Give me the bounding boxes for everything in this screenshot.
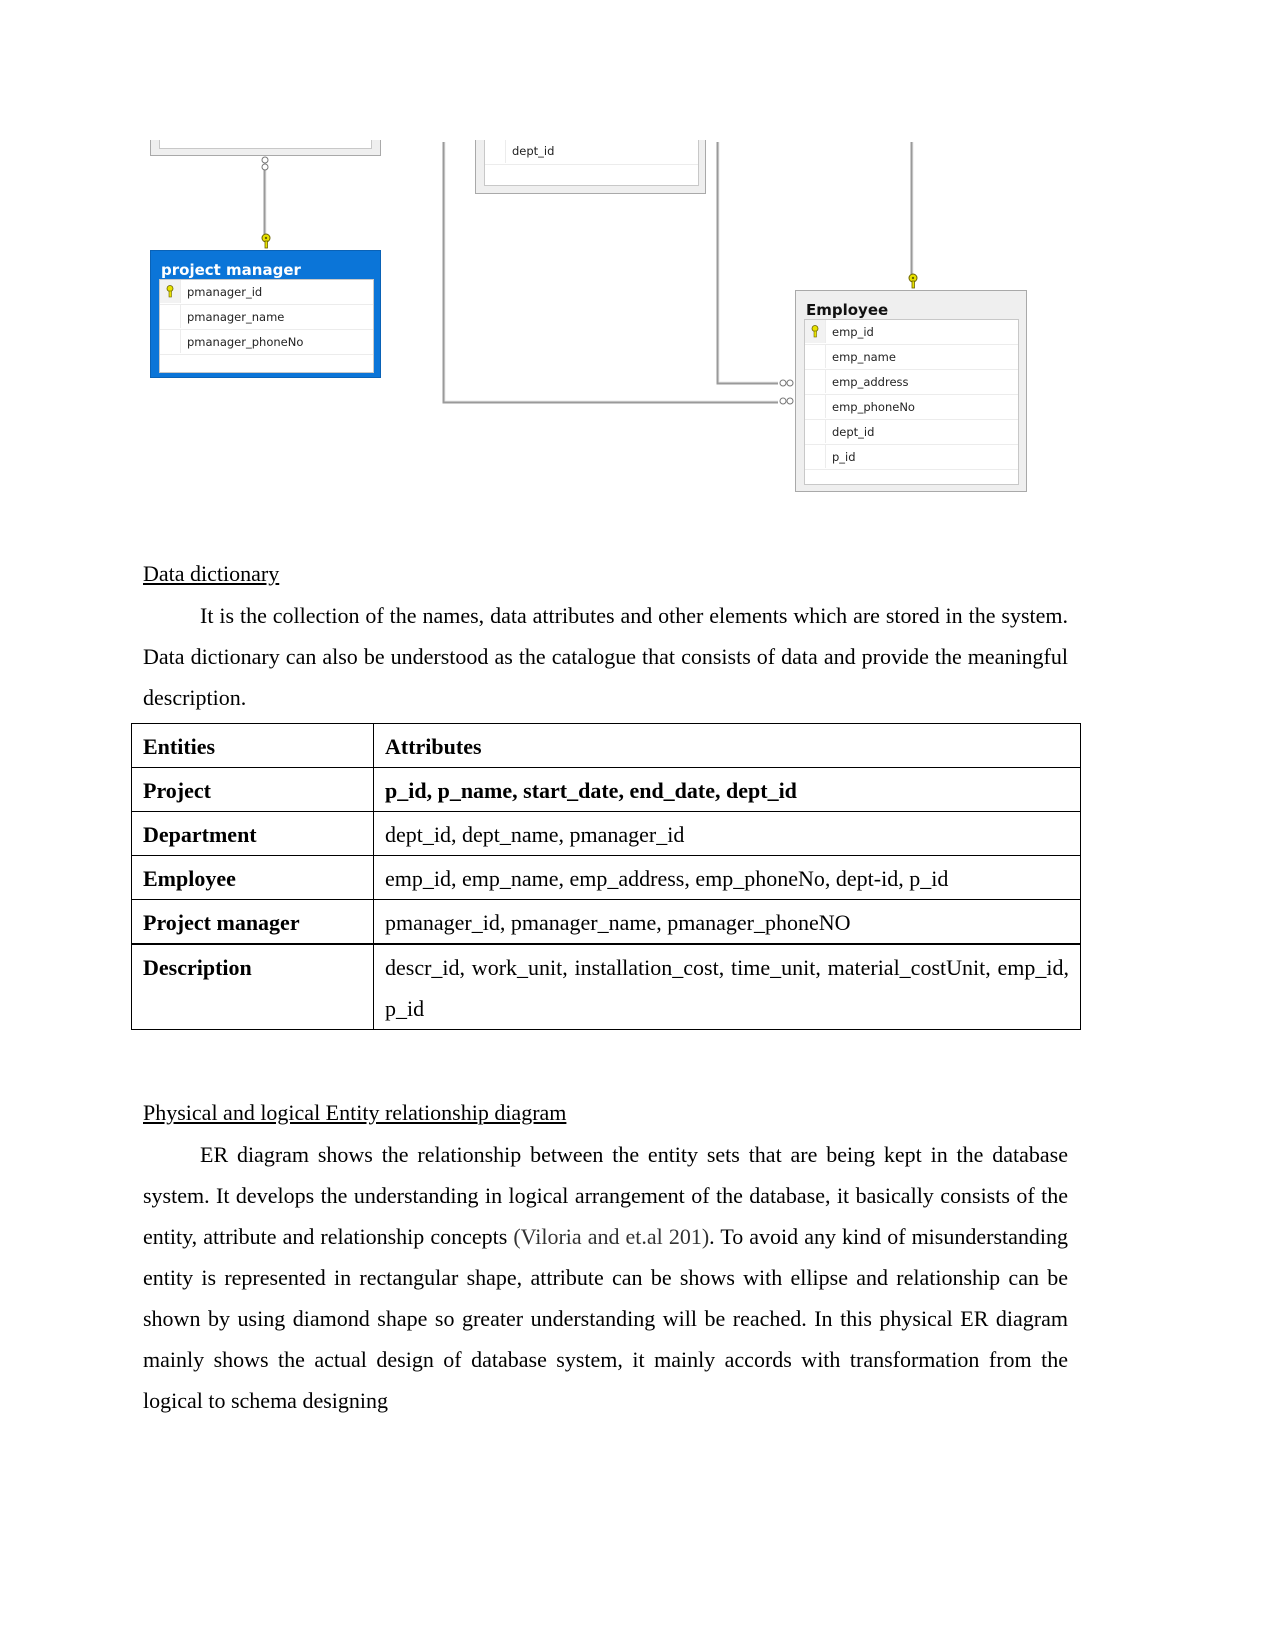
table-title: project manager [161, 261, 301, 279]
many-end-icon [261, 156, 269, 164]
entity-table-employee[interactable]: Employee emp_id emp_name emp_address emp… [795, 290, 1027, 492]
section-heading-er-diagram: Physical and logical Entity relationship… [143, 1100, 567, 1125]
attributes-cell: emp_id, emp_name, emp_address, emp_phone… [373, 855, 1081, 900]
field-row[interactable]: pmanager_name [160, 305, 373, 330]
citation: (Viloria and et.al 201) [513, 1224, 710, 1249]
field-row[interactable]: emp_address [805, 370, 1018, 395]
field-row[interactable]: dept_id [485, 140, 698, 165]
attributes-cell: pmanager_id, pmanager_name, pmanager_pho… [373, 899, 1081, 945]
field-row[interactable]: emp_name [805, 345, 1018, 370]
paragraph-er-diagram: ER diagram shows the relationship betwee… [143, 1134, 1068, 1421]
table-header-row: Entities Attributes [131, 723, 1081, 768]
table-row: Description descr_id, work_unit, install… [131, 943, 1081, 1030]
primary-key-icon [811, 325, 819, 338]
field-name: p_id [832, 450, 856, 464]
key-icon [261, 233, 271, 249]
section-heading-data-dictionary: Data dictionary [143, 561, 280, 586]
field-name: pmanager_id [187, 285, 263, 299]
field-name: dept_id [832, 425, 875, 439]
attributes-cell: dept_id, dept_name, pmanager_id [373, 811, 1081, 856]
field-row[interactable]: pmanager_id [160, 280, 373, 305]
entity-cell: Project [131, 767, 374, 812]
field-name: dept_id [512, 144, 555, 158]
table-row: Employee emp_id, emp_name, emp_address, … [131, 855, 1081, 900]
field-row[interactable]: pmanager_phoneNo [160, 330, 373, 355]
table-title: Employee [806, 301, 889, 319]
paragraph-text: . To avoid any kind of misunderstanding … [143, 1224, 1068, 1413]
entity-table-department-partial[interactable]: dept_id [475, 140, 706, 194]
field-name: emp_phoneNo [832, 400, 915, 414]
er-diagram: dept_id project manager pmanager_id pman… [0, 0, 1275, 520]
paragraph-data-dictionary: It is the collection of the names, data … [143, 603, 1068, 710]
connector-employee-top [908, 142, 918, 289]
field-name: pmanager_name [187, 310, 285, 324]
field-row[interactable]: dept_id [805, 420, 1018, 445]
entity-table-partial[interactable] [150, 140, 381, 156]
table-row: Department dept_id, dept_name, pmanager_… [131, 811, 1081, 856]
field-name: pmanager_phoneNo [187, 335, 304, 349]
entity-cell: Department [131, 811, 374, 856]
field-name: emp_address [832, 375, 909, 389]
field-row[interactable]: emp_id [805, 320, 1018, 345]
entity-cell: Employee [131, 855, 374, 900]
connector-dept-employee [716, 142, 794, 387]
field-row[interactable]: p_id [805, 445, 1018, 470]
header-attributes: Attributes [373, 723, 1081, 768]
attributes-cell: descr_id, work_unit, installation_cost, … [373, 943, 1081, 1030]
data-dictionary-table: Entities Attributes Project p_id, p_name… [131, 723, 1081, 1030]
entity-cell: Project manager [131, 899, 374, 945]
table-row: Project p_id, p_name, start_date, end_da… [131, 767, 1081, 812]
entity-cell: Description [131, 943, 374, 1030]
attributes-cell: p_id, p_name, start_date, end_date, dept… [373, 767, 1081, 812]
field-name: emp_id [832, 325, 874, 339]
connector-pm [261, 156, 271, 249]
field-row[interactable]: emp_phoneNo [805, 395, 1018, 420]
entity-table-project-manager[interactable]: project manager pmanager_id pmanager_nam… [150, 250, 381, 378]
field-name: emp_name [832, 350, 896, 364]
header-entities: Entities [131, 723, 374, 768]
table-row: Project manager pmanager_id, pmanager_na… [131, 899, 1081, 945]
primary-key-icon [166, 285, 174, 298]
